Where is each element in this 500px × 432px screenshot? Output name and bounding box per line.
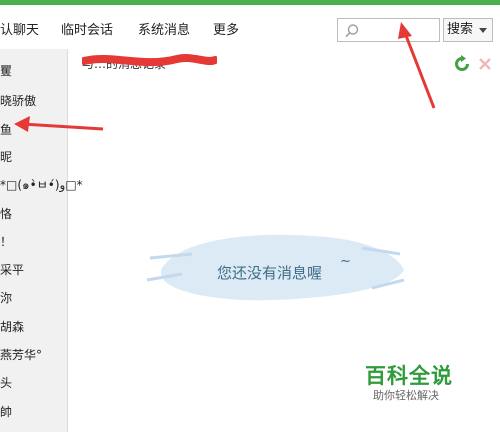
contact-item[interactable]: 矍 xyxy=(0,62,12,79)
contact-item[interactable]: 沵 xyxy=(0,289,12,306)
tab-temp-session[interactable]: 临时会话 xyxy=(61,19,113,38)
delete-icon[interactable] xyxy=(477,56,493,72)
contact-item[interactable]: 头 xyxy=(0,374,12,391)
search-button[interactable]: 搜索 xyxy=(443,18,493,42)
contact-item[interactable]: 采平 xyxy=(0,261,24,278)
contact-item[interactable]: 昵 xyxy=(0,148,12,165)
tab-system-messages[interactable]: 系统消息 xyxy=(138,19,190,38)
chevron-down-icon xyxy=(479,28,487,33)
contact-item[interactable]: 晓骄傲 xyxy=(0,92,36,109)
contact-item[interactable]: ！ xyxy=(0,233,12,250)
contact-item[interactable]: 恪 xyxy=(0,205,12,222)
tab-more[interactable]: 更多 xyxy=(213,19,239,38)
search-input[interactable] xyxy=(337,18,440,42)
contact-item[interactable]: *□(๑•̀ㅂ•́)و□* xyxy=(0,176,83,195)
watermark-subtitle: 助你轻松解决 xyxy=(373,389,439,402)
watermark-title: 百科全说 xyxy=(365,364,453,388)
redaction-scribble xyxy=(82,54,217,67)
tab-friend-chat[interactable]: 认聊天 xyxy=(0,19,39,38)
contact-item[interactable]: 燕芳华° xyxy=(0,346,42,363)
contact-item[interactable]: 帥 xyxy=(0,403,12,420)
search-button-label: 搜索 xyxy=(447,22,474,37)
empty-state-message: 您还没有消息喔 xyxy=(217,264,323,282)
contact-item[interactable]: 鱼 xyxy=(0,121,12,138)
search-icon xyxy=(345,24,359,38)
contact-list: 矍 晓骄傲 鱼 昵 *□(๑•̀ㅂ•́)و□* 恪 ！ 采平 沵 胡森 燕芳华°… xyxy=(0,49,83,432)
contact-item[interactable]: 胡森 xyxy=(0,318,24,335)
empty-state-tilde: ~ xyxy=(340,254,351,269)
refresh-icon[interactable] xyxy=(453,55,471,73)
tab-bar: 认聊天 临时会话 系统消息 更多 搜索 xyxy=(0,5,500,49)
